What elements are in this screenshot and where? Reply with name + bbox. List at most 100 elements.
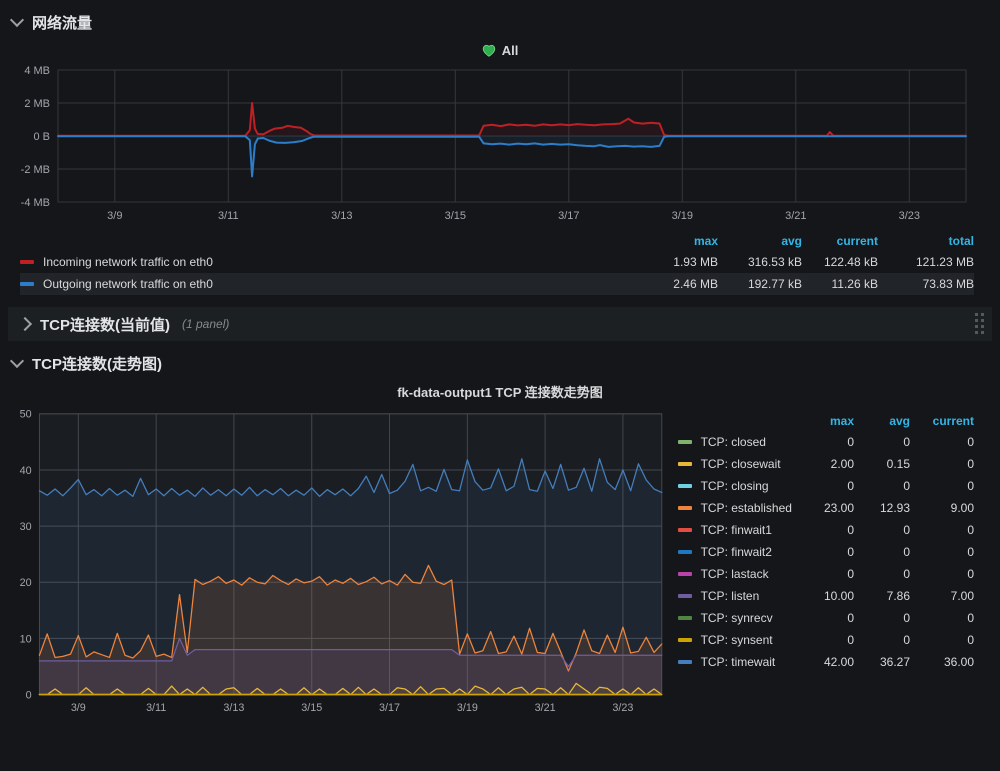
legend-value: 0 (910, 545, 974, 559)
section-title-tcp-trend: TCP连接数(走势图) (32, 353, 162, 374)
tcp-connections-chart[interactable]: 010203040503/93/113/133/153/173/193/213/… (10, 403, 674, 725)
svg-text:3/15: 3/15 (301, 702, 322, 714)
row-header-tcp-current[interactable]: TCP连接数(当前值) (1 panel) (8, 307, 992, 341)
svg-text:3/23: 3/23 (612, 702, 633, 714)
svg-text:0: 0 (26, 689, 32, 701)
series-color-swatch[interactable] (678, 462, 692, 466)
legend-value: 121.23 MB (878, 255, 974, 269)
series-label[interactable]: TCP: finwait2 (701, 545, 792, 559)
svg-text:-2 MB: -2 MB (21, 164, 50, 176)
series-color-swatch[interactable] (20, 260, 34, 264)
legend-col-current[interactable]: current (802, 234, 878, 248)
series-label[interactable]: TCP: lastack (701, 567, 792, 581)
legend-row: Incoming network traffic on eth01.93 MB3… (20, 251, 974, 273)
legend-col-avg[interactable]: avg (854, 414, 910, 428)
legend-value: 0 (854, 479, 910, 493)
series-color-swatch[interactable] (678, 572, 692, 576)
series-label[interactable]: TCP: finwait1 (701, 523, 792, 537)
green-heart-icon (482, 44, 496, 57)
svg-text:3/13: 3/13 (331, 210, 352, 222)
series-color-swatch[interactable] (678, 660, 692, 664)
series-label[interactable]: TCP: closed (701, 435, 792, 449)
svg-text:30: 30 (20, 521, 32, 533)
series-color-swatch[interactable] (678, 594, 692, 598)
tcp-trend-body: 010203040503/93/113/133/153/173/193/213/… (8, 403, 992, 725)
legend-row: TCP: lastack000 (678, 563, 974, 585)
legend-col-max[interactable]: max (630, 234, 718, 248)
row-header-tcp-trend[interactable]: TCP连接数(走势图) (8, 347, 992, 379)
legend-value: 7.00 (910, 589, 974, 603)
series-color-swatch[interactable] (678, 616, 692, 620)
series-label[interactable]: TCP: timewait (701, 655, 792, 669)
series-label[interactable]: TCP: established (701, 501, 792, 515)
legend-col-max[interactable]: max (792, 414, 854, 428)
series-color-swatch[interactable] (678, 638, 692, 642)
legend-row: TCP: timewait42.0036.2736.00 (678, 651, 974, 673)
legend-row: TCP: finwait1000 (678, 519, 974, 541)
legend-col-current[interactable]: current (910, 414, 974, 428)
series-label[interactable]: TCP: synsent (701, 633, 792, 647)
series-label[interactable]: Incoming network traffic on eth0 (43, 255, 630, 269)
row-header-network[interactable]: 网络流量 (8, 6, 992, 38)
svg-text:3/21: 3/21 (535, 702, 556, 714)
legend-value: 0 (854, 611, 910, 625)
series-color-swatch[interactable] (678, 506, 692, 510)
svg-text:3/9: 3/9 (107, 210, 122, 222)
network-traffic-legend: maxavgcurrenttotal Incoming network traff… (8, 229, 992, 299)
legend-value: 73.83 MB (878, 277, 974, 291)
series-color-swatch[interactable] (20, 282, 34, 286)
series-color-swatch[interactable] (678, 528, 692, 532)
chevron-down-icon (10, 354, 24, 368)
series-label[interactable]: TCP: listen (701, 589, 792, 603)
legend-value: 0 (792, 611, 854, 625)
legend-col-total[interactable]: total (878, 234, 974, 248)
series-label[interactable]: TCP: closewait (701, 457, 792, 471)
panel-title-text: All (502, 43, 519, 58)
tcp-connections-legend: maxavgcurrentTCP: closed000TCP: closewai… (678, 403, 990, 673)
series-color-swatch[interactable] (678, 550, 692, 554)
legend-value: 0 (910, 479, 974, 493)
legend-value: 11.26 kB (802, 277, 878, 291)
legend-row: TCP: closing000 (678, 475, 974, 497)
network-panel-title[interactable]: All (8, 38, 992, 62)
series-label[interactable]: TCP: synrecv (701, 611, 792, 625)
network-traffic-chart[interactable]: -4 MB-2 MB0 B2 MB4 MB3/93/113/133/153/17… (8, 62, 992, 224)
svg-text:3/13: 3/13 (223, 702, 244, 714)
series-color-swatch[interactable] (678, 484, 692, 488)
row-drag-handle-icon[interactable] (974, 312, 986, 336)
legend-value: 2.00 (792, 457, 854, 471)
svg-text:3/11: 3/11 (218, 210, 239, 222)
svg-text:20: 20 (20, 577, 32, 589)
legend-value: 0 (792, 479, 854, 493)
legend-value: 0 (792, 567, 854, 581)
series-label[interactable]: TCP: closing (701, 479, 792, 493)
tcp-trend-panel-title[interactable]: fk-data-output1 TCP 连接数走势图 (8, 379, 992, 403)
legend-value: 2.46 MB (630, 277, 718, 291)
legend-value: 0 (792, 523, 854, 537)
legend-value: 0 (910, 633, 974, 647)
series-color-swatch[interactable] (678, 440, 692, 444)
svg-text:4 MB: 4 MB (24, 65, 50, 77)
grafana-dashboard: 网络流量 All -4 MB-2 MB0 B2 MB4 MB3/93/113/1… (0, 0, 1000, 739)
legend-value: 122.48 kB (802, 255, 878, 269)
svg-text:3/21: 3/21 (785, 210, 806, 222)
legend-row: TCP: synrecv000 (678, 607, 974, 629)
legend-value: 0 (792, 633, 854, 647)
legend-value: 0 (854, 523, 910, 537)
legend-row: TCP: listen10.007.867.00 (678, 585, 974, 607)
svg-text:3/19: 3/19 (672, 210, 693, 222)
legend-value: 36.27 (854, 655, 910, 669)
legend-value: 23.00 (792, 501, 854, 515)
series-label[interactable]: Outgoing network traffic on eth0 (43, 277, 630, 291)
section-title-network: 网络流量 (32, 12, 92, 33)
legend-value: 0 (792, 435, 854, 449)
legend-col-avg[interactable]: avg (718, 234, 802, 248)
svg-text:3/9: 3/9 (71, 702, 86, 714)
legend-value: 0 (910, 457, 974, 471)
legend-value: 10.00 (792, 589, 854, 603)
legend-row: TCP: closed000 (678, 431, 974, 453)
svg-text:3/17: 3/17 (379, 702, 400, 714)
svg-text:50: 50 (20, 409, 32, 421)
legend-row: Outgoing network traffic on eth02.46 MB 1… (20, 273, 974, 295)
legend-value: 0 (910, 567, 974, 581)
